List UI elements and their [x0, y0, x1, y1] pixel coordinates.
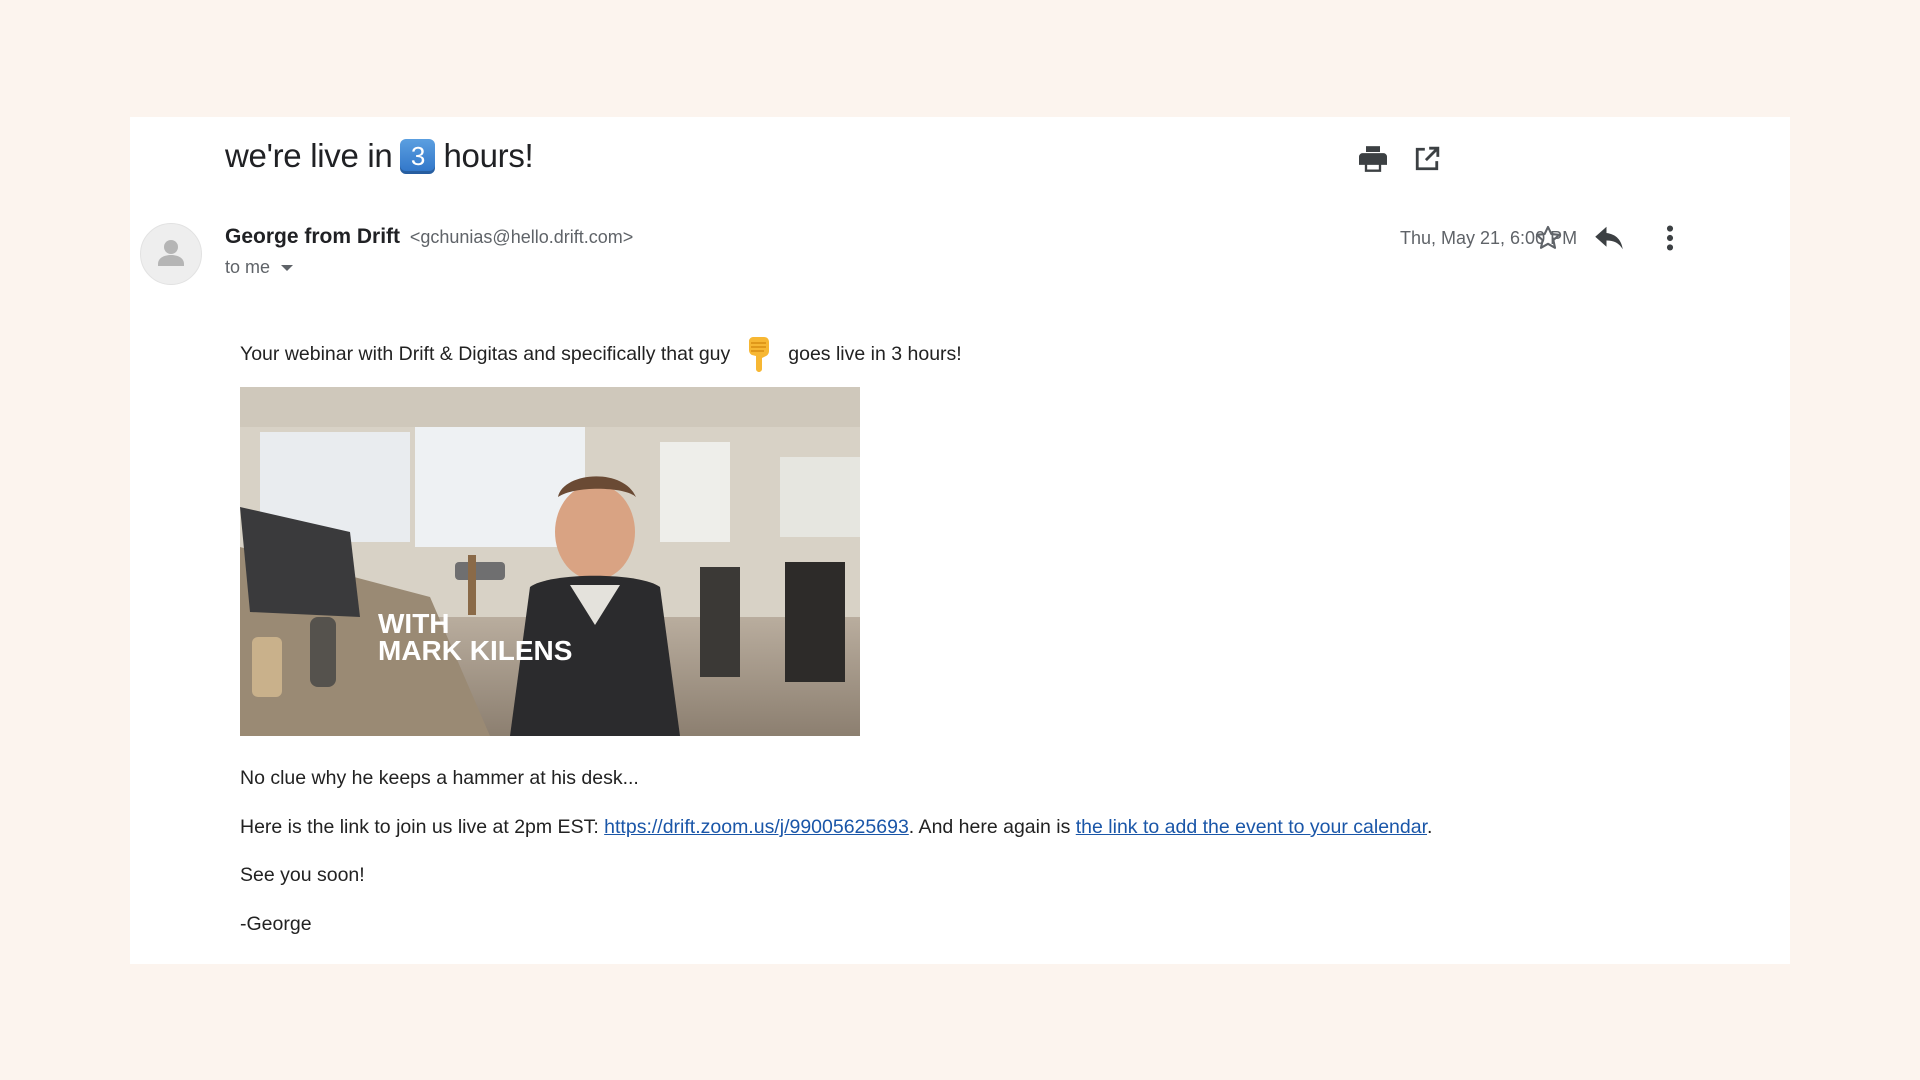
- more-options-button[interactable]: [1650, 218, 1690, 258]
- calendar-link[interactable]: the link to add the event to your calend…: [1076, 816, 1427, 838]
- webinar-host-image: WITH MARK KILENS: [240, 387, 860, 736]
- printer-icon: [1359, 146, 1387, 172]
- star-icon: [1535, 225, 1561, 249]
- email-subject: we're live in 3 hours!: [225, 137, 534, 175]
- open-in-new-window-button[interactable]: [1407, 139, 1447, 179]
- caret-down-icon: [281, 264, 294, 271]
- join-text-start: Here is the link to join us live at 2pm …: [240, 816, 605, 838]
- office-scene-graphic: WITH MARK KILENS: [240, 387, 860, 736]
- sender-email: <gchunias@hello.drift.com>: [409, 227, 634, 247]
- recipient-label: to me: [225, 257, 271, 277]
- subject-text-start: we're live in: [225, 137, 393, 174]
- star-button[interactable]: [1528, 218, 1568, 258]
- reply-button[interactable]: [1589, 218, 1629, 258]
- open-in-new-window-icon: [1415, 146, 1440, 171]
- zoom-link[interactable]: https://drift.zoom.us/j/99005625693: [604, 816, 909, 838]
- image-caption-line-2: MARK KILENS: [378, 635, 572, 666]
- email-card: we're live in 3 hours! George from Drift…: [130, 117, 1790, 964]
- see-you-paragraph: See you soon!: [240, 864, 365, 886]
- intro-text-start: Your webinar with Drift & Digitas and sp…: [240, 342, 731, 365]
- sender-line: George from Drift <gchunias@hello.drift.…: [225, 225, 633, 249]
- join-text-middle: . And here again is: [908, 816, 1076, 838]
- intro-paragraph: Your webinar with Drift & Digitas and sp…: [240, 335, 962, 373]
- intro-text-end: goes live in 3 hours!: [788, 342, 962, 365]
- sender-name[interactable]: George from Drift: [225, 225, 400, 248]
- hammer-paragraph: No clue why he keeps a hammer at his des…: [240, 767, 639, 789]
- more-vertical-icon: [1666, 225, 1674, 251]
- person-silhouette-icon: [158, 240, 184, 266]
- backhand-index-pointing-down-icon: [749, 337, 770, 372]
- subject-text-end: hours!: [443, 137, 534, 174]
- join-text-end: .: [1427, 816, 1433, 838]
- print-button[interactable]: [1353, 139, 1393, 179]
- signature: -George: [240, 913, 312, 935]
- keycap-three-emoji: 3: [400, 138, 436, 174]
- join-link-paragraph: Here is the link to join us live at 2pm …: [240, 816, 1432, 839]
- reply-icon: [1595, 226, 1623, 250]
- recipient-details-toggle[interactable]: to me: [225, 257, 294, 278]
- sender-avatar[interactable]: [140, 223, 202, 285]
